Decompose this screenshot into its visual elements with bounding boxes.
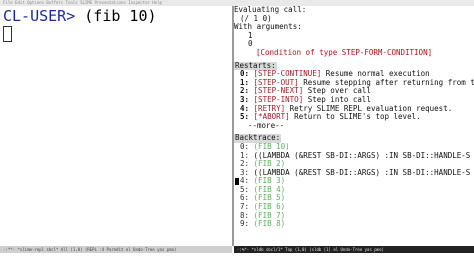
restart-name[interactable]: [STEP-CONTINUE] — [254, 70, 322, 78]
restart-description: Retry SLIME REPL evaluation request. — [285, 104, 453, 113]
more-restarts-link[interactable]: --more-- — [234, 122, 474, 131]
frame-number: 7: — [240, 203, 250, 212]
frame-number: 3: — [240, 168, 250, 177]
restart-item[interactable]: 3: [STEP-INTO] Step into call — [234, 96, 474, 105]
frame-text: (FIB 3) — [253, 177, 286, 186]
frame-number: 1: — [240, 151, 250, 160]
point-cursor — [235, 178, 239, 186]
restart-item[interactable]: 4: [RETRY] Retry SLIME REPL evaluation r… — [234, 105, 474, 114]
restart-number: 0: — [240, 70, 250, 79]
restart-number: 1: — [240, 78, 250, 87]
restart-item[interactable]: 0: [STEP-CONTINUE] Resume normal executi… — [234, 70, 474, 79]
repl-input[interactable]: (fib 10) — [84, 7, 156, 25]
frame-number: 8: — [240, 211, 250, 220]
backtrace-heading: Backtrace: — [234, 134, 282, 143]
restart-name[interactable]: [STEP-OUT] — [254, 79, 299, 87]
backtrace-frame[interactable]: 7: (FIB 6) — [234, 203, 474, 212]
restart-item[interactable]: 5: [*ABORT] Return to SLIME's top level. — [234, 113, 474, 122]
restart-number: 5: — [240, 113, 250, 122]
frame-text: ((LAMBDA (&REST SB-DI::ARGS) :IN SB-DI::… — [253, 168, 471, 177]
frame-text: (FIB 7) — [253, 211, 286, 220]
restarts-heading: Restarts: — [234, 61, 277, 71]
restart-description: Step into call — [303, 95, 371, 104]
frame-text: (FIB 8) — [253, 220, 286, 229]
echo-area — [0, 253, 474, 259]
backtrace-frame[interactable]: 8: (FIB 7) — [234, 212, 474, 221]
frame-text: (FIB 6) — [253, 203, 286, 212]
restart-name[interactable]: [STEP-NEXT] — [254, 87, 304, 95]
backtrace-frame[interactable]: 5: (FIB 4) — [234, 186, 474, 195]
frame-number: 5: — [240, 185, 250, 194]
backtrace-frame[interactable]: 3: ((LAMBDA (&REST SB-DI::ARGS) :IN SB-D… — [234, 169, 474, 178]
restart-number: 2: — [240, 87, 250, 96]
evaluated-call: (/ 1 0) — [240, 14, 272, 23]
restart-description: Resume normal execution — [321, 70, 430, 79]
sldb-pane[interactable]: Evaluating call: (/ 1 0) With arguments:… — [234, 6, 474, 246]
condition-type: [Condition of type STEP-FORM-CONDITION] — [256, 48, 433, 57]
frame-number: 6: — [240, 194, 250, 203]
restart-name[interactable]: [*ABORT] — [254, 113, 290, 121]
backtrace-frame[interactable]: 1: ((LAMBDA (&REST SB-DI::ARGS) :IN SB-D… — [234, 152, 474, 161]
frame-text: (FIB 2) — [253, 160, 286, 169]
argument-value: 1 — [248, 31, 253, 40]
frame-number: 4: — [240, 177, 250, 186]
restart-description: Step over call — [303, 87, 371, 96]
frame-text: (FIB 4) — [253, 185, 286, 194]
evaluating-label: Evaluating call: — [234, 6, 307, 14]
restart-number: 4: — [240, 104, 250, 113]
repl-mode-line: -:**- *slime-repl sbcl* All (1,0) (REPL … — [0, 246, 232, 253]
frame-number: 2: — [240, 160, 250, 169]
restart-description: Resume stepping after returning from t — [298, 78, 474, 87]
frame-number: 0: — [240, 142, 250, 151]
restart-item[interactable]: 1: [STEP-OUT] Resume stepping after retu… — [234, 79, 474, 88]
frame-number: 9: — [240, 220, 250, 229]
frame-text: (FIB 10) — [253, 142, 290, 151]
backtrace-frame[interactable]: 9: (FIB 8) — [234, 220, 474, 229]
repl-prompt: CL-USER> — [3, 7, 76, 25]
restart-item[interactable]: 2: [STEP-NEXT] Step over call — [234, 87, 474, 96]
frame-text: ((LAMBDA (&REST SB-DI::ARGS) :IN SB-DI::… — [253, 151, 471, 160]
repl-pane[interactable]: CL-USER> (fib 10) — [0, 6, 232, 246]
restart-number: 3: — [240, 95, 250, 104]
restart-description: Return to SLIME's top level. — [289, 113, 421, 122]
sldb-mode-line: -:%*- *sldb sbcl/1* Top (1,0) (sldb [1] … — [234, 246, 474, 253]
restart-name[interactable]: [STEP-INTO] — [254, 96, 304, 104]
argument-value: 0 — [248, 40, 253, 49]
backtrace-frame[interactable]: 2: (FIB 2) — [234, 160, 474, 169]
with-arguments-label: With arguments: — [234, 23, 302, 32]
backtrace-frame[interactable]: 6: (FIB 5) — [234, 194, 474, 203]
repl-line: CL-USER> (fib 10) — [3, 8, 157, 25]
restart-name[interactable]: [RETRY] — [254, 105, 286, 113]
backtrace-frame-selected[interactable]: 4: (FIB 3) — [234, 177, 474, 186]
backtrace-frame[interactable]: 0: (FIB 10) — [234, 143, 474, 152]
frame-text: (FIB 5) — [253, 194, 286, 203]
text-cursor — [3, 26, 12, 42]
